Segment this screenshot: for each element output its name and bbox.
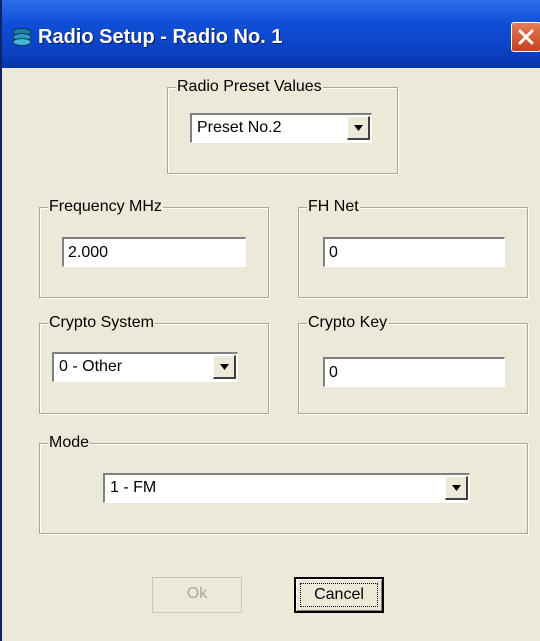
- crypto-system-group: Crypto System 0 - Other: [39, 313, 269, 414]
- crypto-system-select-value: 0 - Other: [59, 358, 123, 375]
- cancel-button-label: Cancel: [314, 586, 364, 603]
- frequency-group: Frequency MHz: [39, 197, 269, 298]
- mode-group: Mode 1 - FM: [39, 433, 528, 534]
- chevron-down-icon: [220, 364, 229, 370]
- fh-net-input[interactable]: [323, 237, 505, 267]
- chevron-down-icon: [354, 125, 363, 131]
- crypto-system-dropdown-button[interactable]: [213, 355, 236, 379]
- fh-net-group: FH Net: [298, 197, 528, 298]
- close-icon: [518, 29, 534, 45]
- ok-button[interactable]: Ok: [152, 577, 242, 613]
- close-button[interactable]: [511, 22, 540, 52]
- crypto-key-group: Crypto Key: [298, 313, 528, 414]
- crypto-system-group-label: Crypto System: [48, 313, 155, 333]
- preset-group: Radio Preset Values Preset No.2: [167, 77, 398, 174]
- cancel-button[interactable]: Cancel: [294, 577, 384, 613]
- mode-select-value: 1 - FM: [110, 479, 157, 496]
- crypto-system-select[interactable]: 0 - Other: [52, 352, 238, 382]
- chevron-down-icon: [452, 485, 461, 491]
- mode-dropdown-button[interactable]: [445, 476, 468, 500]
- frequency-input[interactable]: [62, 237, 246, 267]
- radio-icon: [12, 28, 32, 46]
- preset-select[interactable]: Preset No.2: [190, 113, 372, 143]
- preset-dropdown-button[interactable]: [347, 116, 370, 140]
- crypto-key-input[interactable]: [323, 357, 505, 387]
- radio-setup-dialog: Radio Setup - Radio No. 1 Radio Preset V…: [0, 0, 540, 641]
- crypto-key-group-label: Crypto Key: [307, 313, 389, 333]
- window-title: Radio Setup - Radio No. 1: [38, 26, 283, 48]
- mode-group-label: Mode: [48, 433, 91, 453]
- preset-select-value: Preset No.2: [197, 119, 282, 136]
- frequency-group-label: Frequency MHz: [48, 197, 163, 217]
- fh-net-group-label: FH Net: [307, 197, 360, 217]
- mode-select[interactable]: 1 - FM: [103, 473, 470, 503]
- preset-group-label: Radio Preset Values: [176, 77, 323, 97]
- title-bar[interactable]: Radio Setup - Radio No. 1: [2, 0, 540, 68]
